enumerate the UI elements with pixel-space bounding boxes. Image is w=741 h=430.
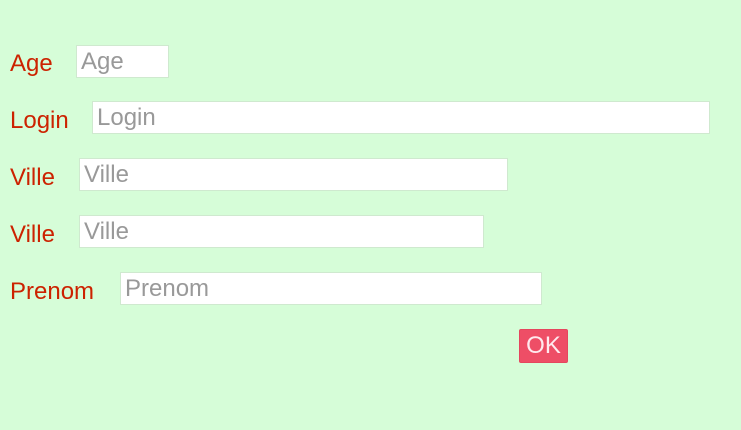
ville-label-2: Ville: [10, 221, 55, 248]
ok-button[interactable]: OK: [519, 329, 568, 363]
age-label: Age: [10, 50, 53, 77]
ville-input-2[interactable]: [79, 215, 484, 248]
prenom-label: Prenom: [10, 278, 95, 305]
login-label: Login: [10, 107, 69, 134]
ville-label: Ville: [10, 164, 55, 191]
age-input[interactable]: [76, 45, 169, 78]
ville-input[interactable]: [79, 158, 508, 191]
prenom-input[interactable]: [120, 272, 542, 305]
login-input[interactable]: [92, 101, 710, 134]
